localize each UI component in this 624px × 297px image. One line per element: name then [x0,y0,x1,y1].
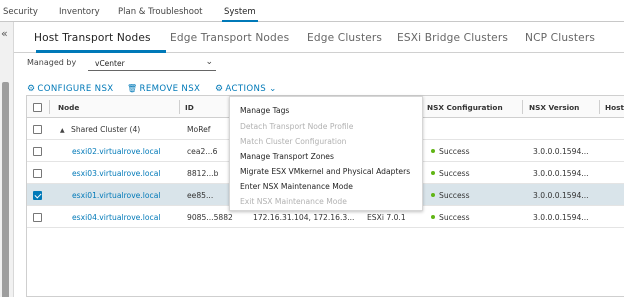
actions-label: ACTIONS ⌄ [225,84,277,94]
row-checkbox[interactable] [33,169,42,178]
nsx-version: 3.0.0.0.1594... [533,147,589,156]
column-header-node[interactable]: Node [58,103,79,112]
rail-scrollbar[interactable] [2,82,9,297]
menu-item-match-cluster-config: Match Cluster Configuration [240,137,347,146]
left-rail: « [0,22,14,297]
tab-esxi-bridge-clusters[interactable]: ESXi Bridge Clusters [397,32,508,44]
row-id: 8812...b [187,169,219,178]
chevron-down-icon: ⌄ [205,57,213,67]
column-separator [49,100,50,114]
node-link[interactable]: esxi03.virtualrove.local [72,169,160,178]
group-name: Shared Cluster (4) [71,125,141,134]
column-header-host[interactable]: Host [605,103,624,112]
nav-inventory[interactable]: Inventory [59,7,100,17]
menu-item-detach-profile: Detach Transport Node Profile [240,122,354,131]
nav-plan-troubleshoot[interactable]: Plan & Troubleshoot [118,7,203,17]
success-icon [431,193,435,197]
tab-edge-transport-nodes[interactable]: Edge Transport Nodes [170,32,289,44]
row-checkbox-checked[interactable] [33,191,42,200]
column-header-nsx-version[interactable]: NSX Version [529,103,579,112]
configure-nsx-button[interactable]: ⚙ CONFIGURE NSX [27,84,114,94]
tab-active-indicator [36,50,166,53]
trash-icon: 🗑 [127,84,138,93]
row-checkbox[interactable] [33,213,42,222]
managed-by-select[interactable]: vCenter ⌄ [88,56,216,71]
ip-addresses: 172.16.31.104, 172.16.3... [253,213,355,222]
success-icon [431,215,435,219]
configure-nsx-label: CONFIGURE NSX [37,84,114,94]
success-icon [431,171,435,175]
column-separator [599,100,600,114]
column-header-nsx-configuration[interactable]: NSX Configuration [427,103,503,112]
managed-by-value: vCenter [95,59,125,68]
nav-system[interactable]: System [224,7,256,17]
gear-icon: ⚙ [215,84,224,94]
top-navigation: Security Inventory Plan & Troubleshoot S… [0,0,624,22]
row-checkbox[interactable] [33,125,42,134]
tab-edge-clusters[interactable]: Edge Clusters [307,32,382,44]
status-badge: Success [431,191,470,200]
actions-button[interactable]: ⚙ ACTIONS ⌄ [215,84,277,94]
actions-dropdown-menu: Manage Tags Detach Transport Node Profil… [229,96,423,211]
column-header-id[interactable]: ID [185,103,194,112]
menu-item-migrate-vmkernel[interactable]: Migrate ESX VMkernel and Physical Adapte… [240,167,410,176]
column-separator [179,100,180,114]
success-icon [431,149,435,153]
node-link[interactable]: esxi02.virtualrove.local [72,147,160,156]
menu-item-enter-maintenance[interactable]: Enter NSX Maintenance Mode [240,182,353,191]
status-badge: Success [431,169,470,178]
menu-item-manage-tags[interactable]: Manage Tags [240,106,289,115]
tab-bar: Host Transport Nodes Edge Transport Node… [14,22,624,53]
column-separator [522,100,523,114]
managed-by-label: Managed by [27,58,77,67]
node-link[interactable]: esxi04.virtualrove.local [72,213,160,222]
status-badge: Success [431,147,470,156]
row-id: cea2...6 [187,147,218,156]
tab-ncp-clusters[interactable]: NCP Clusters [525,32,595,44]
remove-nsx-label: REMOVE NSX [139,84,201,94]
row-id: ee85... [187,191,214,200]
row-id: 9085...5882 [187,213,233,222]
status-badge: Success [431,213,470,222]
row-checkbox[interactable] [33,147,42,156]
nav-security[interactable]: Security [3,7,38,17]
nsx-version: 3.0.0.0.1594... [533,191,589,200]
expand-icon[interactable]: ▲ [60,125,65,134]
select-all-checkbox[interactable] [33,103,42,112]
tab-host-transport-nodes[interactable]: Host Transport Nodes [34,32,151,44]
collapse-icon[interactable]: « [1,28,8,40]
nsx-version: 3.0.0.0.1594... [533,169,589,178]
nsx-version: 3.0.0.0.1594... [533,213,589,222]
menu-item-manage-transport-zones[interactable]: Manage Transport Zones [240,152,334,161]
os-version: ESXi 7.0.1 [367,213,406,222]
row-id: MoRef [187,125,211,134]
remove-nsx-button[interactable]: 🗑 REMOVE NSX [127,84,200,94]
menu-item-exit-maintenance: Exit NSX Maintenance Mode [240,197,347,206]
gear-icon: ⚙ [27,84,36,94]
node-link[interactable]: esxi01.virtualrove.local [72,191,160,200]
